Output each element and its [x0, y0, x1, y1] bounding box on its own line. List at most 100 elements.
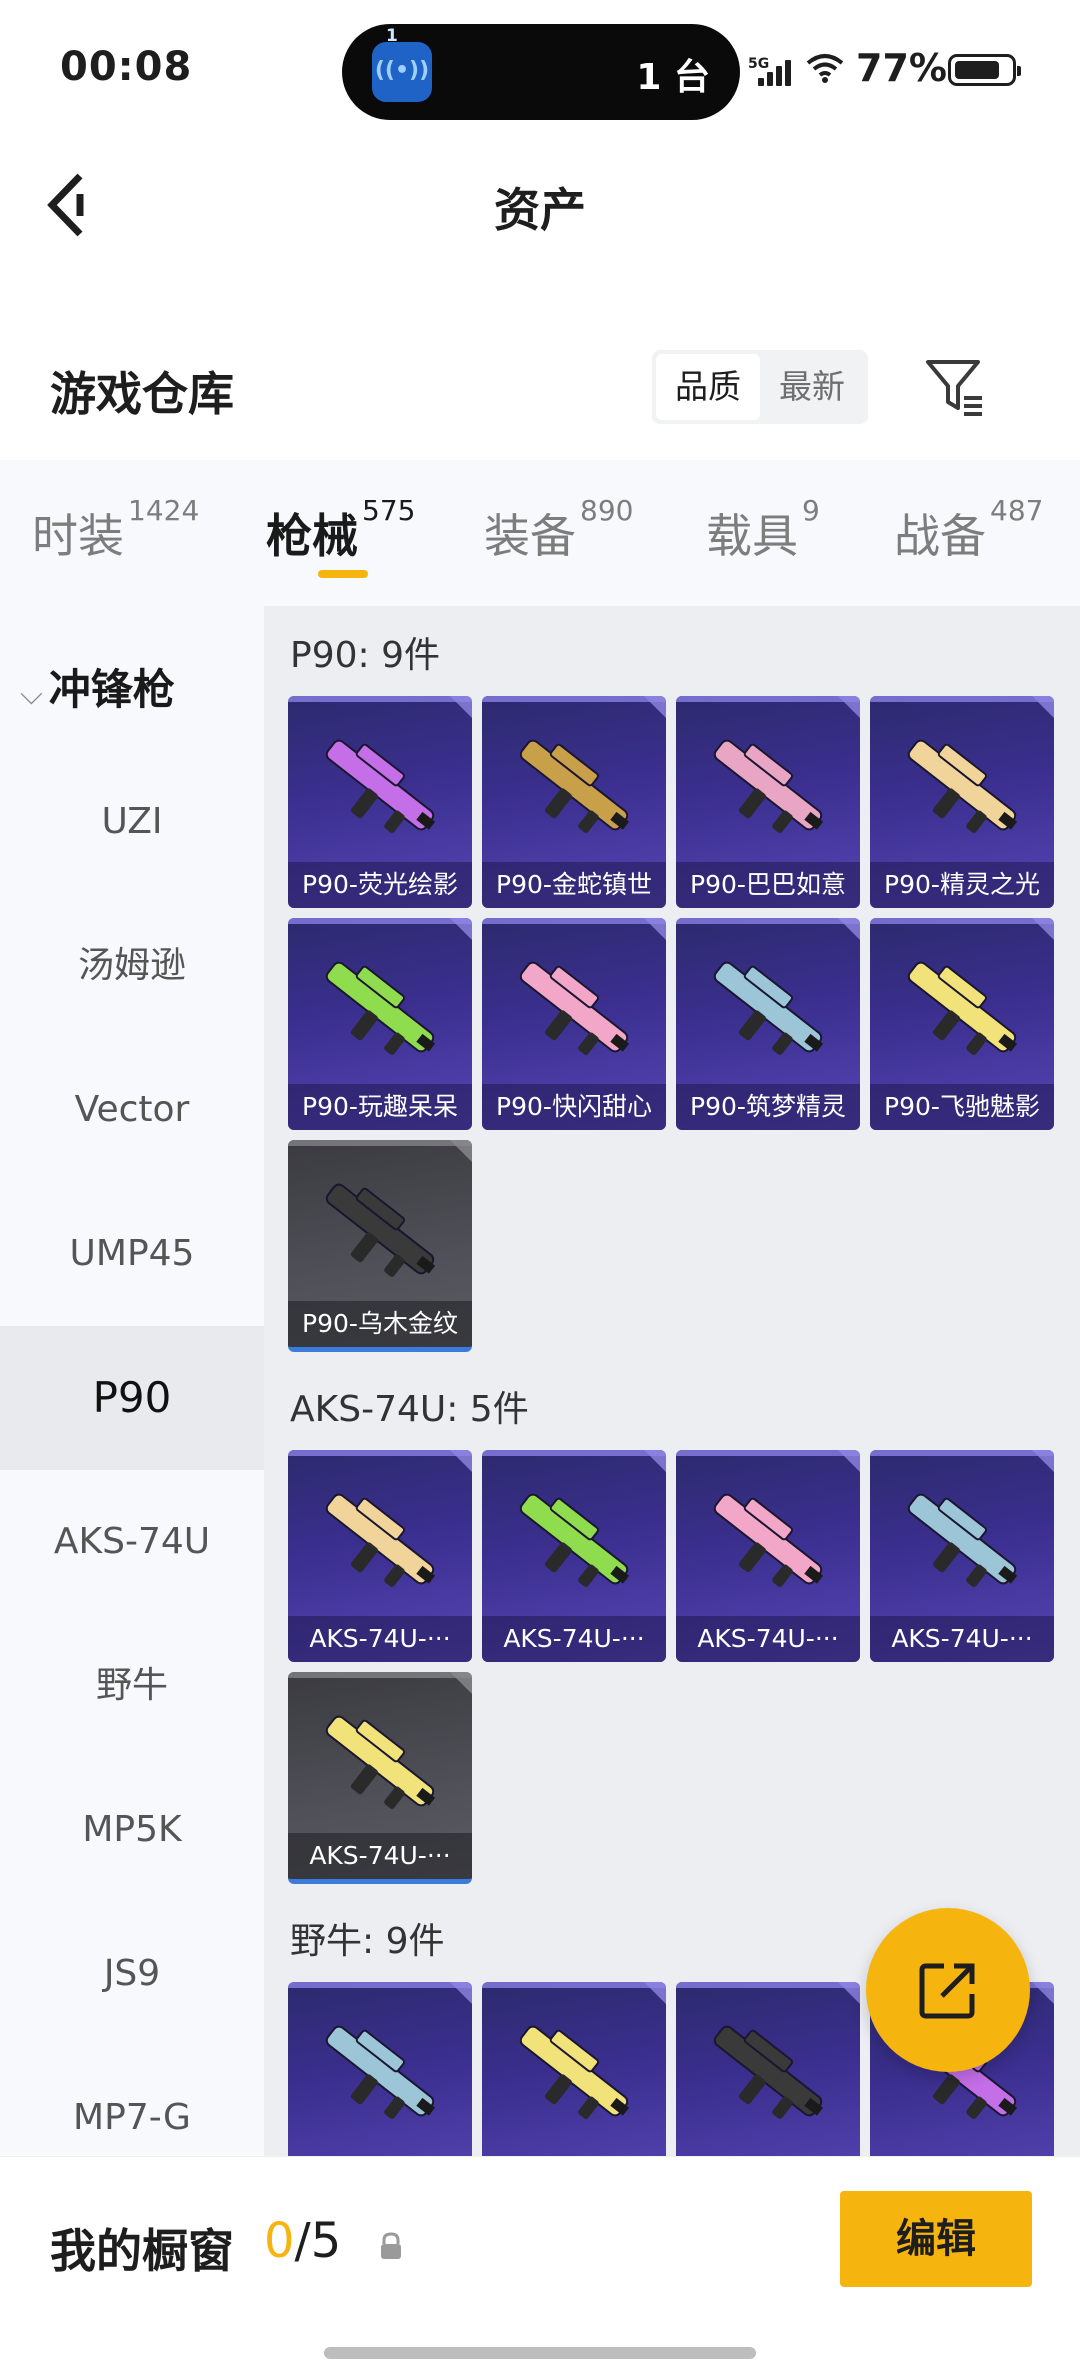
tab-fashion[interactable]: 时装 1424: [32, 494, 199, 566]
weapon-image: [506, 722, 642, 848]
sidebar-item-mp5k[interactable]: MP5K: [0, 1758, 264, 1902]
sidebar-item-thompson[interactable]: 汤姆逊: [0, 894, 264, 1038]
dynamic-island[interactable]: ((•)) 1 1 台: [342, 24, 740, 120]
sidebar-category-smg[interactable]: ⌵ 冲锋枪: [20, 656, 175, 717]
broadcast-icon: ((•)): [372, 42, 432, 102]
weapon-card[interactable]: P90-荧光绘影: [288, 696, 472, 908]
weapon-image: [506, 2008, 642, 2134]
card-corner-decoration: [644, 918, 666, 940]
weapon-card[interactable]: AKS-74U-···: [288, 1672, 472, 1884]
tab-firearms[interactable]: 枪械 575: [266, 494, 415, 566]
weapon-name: AKS-74U-···: [288, 1833, 472, 1879]
edit-button[interactable]: 编辑: [840, 2191, 1032, 2287]
share-button[interactable]: [866, 1908, 1030, 2072]
tab-vehicles[interactable]: 载具 9: [706, 494, 820, 566]
card-corner-decoration: [1032, 1982, 1054, 2004]
weapon-card[interactable]: [288, 1982, 472, 2156]
sidebar-item-js9[interactable]: JS9: [0, 1902, 264, 2046]
home-indicator[interactable]: [324, 2347, 756, 2359]
card-corner-decoration: [644, 1982, 666, 2004]
weapon-card[interactable]: P90-筑梦精灵: [676, 918, 860, 1130]
weapon-name: P90-快闪甜心: [482, 1084, 666, 1130]
sort-toggle: 品质 最新: [652, 350, 868, 424]
showcase-label: 我的橱窗: [50, 2224, 234, 2278]
card-corner-decoration: [838, 918, 860, 940]
weapon-name: P90-精灵之光: [870, 862, 1054, 908]
card-corner-decoration: [450, 1140, 472, 1162]
weapon-image: [312, 722, 448, 848]
status-bar: 00:08 ((•)) 1 1 台 5G 77%: [0, 0, 1080, 130]
weapon-card[interactable]: P90-乌木金纹: [288, 1140, 472, 1352]
weapon-name: AKS-74U-···: [288, 1616, 472, 1662]
group-title-bizon: 野牛: 9件: [290, 1921, 445, 1962]
weapon-card[interactable]: P90-快闪甜心: [482, 918, 666, 1130]
weapon-card[interactable]: P90-巴巴如意: [676, 696, 860, 908]
weapon-image: [894, 944, 1030, 1070]
weapon-card[interactable]: P90-飞驰魅影: [870, 918, 1054, 1130]
weapon-card[interactable]: P90-金蛇镇世: [482, 696, 666, 908]
weapon-name: AKS-74U-···: [482, 1616, 666, 1662]
weapon-card[interactable]: [676, 1982, 860, 2156]
island-text: 1 台: [636, 57, 710, 98]
card-corner-decoration: [644, 1450, 666, 1472]
battery-percentage: 77%: [856, 46, 947, 90]
weapon-card[interactable]: P90-精灵之光: [870, 696, 1054, 908]
sidebar-item-vector[interactable]: Vector: [0, 1038, 264, 1182]
weapon-image: [894, 722, 1030, 848]
weapon-card[interactable]: [482, 1982, 666, 2156]
group-title-p90: P90: 9件: [290, 635, 440, 676]
tab-supplies[interactable]: 战备 487: [894, 494, 1043, 566]
active-tab-indicator: [318, 570, 368, 578]
sidebar-item-p90[interactable]: P90: [0, 1326, 264, 1470]
chevron-down-icon: ⌵: [20, 677, 43, 712]
card-corner-decoration: [838, 1450, 860, 1472]
sidebar-item-uzi[interactable]: UZI: [0, 750, 264, 894]
weapon-name: P90-金蛇镇世: [482, 862, 666, 908]
sidebar-item-ump45[interactable]: UMP45: [0, 1182, 264, 1326]
island-badge: 1: [386, 26, 398, 46]
weapon-image: [312, 1698, 448, 1824]
weapon-name: AKS-74U-···: [676, 1616, 860, 1662]
signal-icon: [758, 56, 792, 86]
weapon-card[interactable]: P90-玩趣呆呆: [288, 918, 472, 1130]
sort-quality-button[interactable]: 品质: [656, 354, 760, 420]
weapon-card[interactable]: AKS-74U-···: [288, 1450, 472, 1662]
weapon-image: [312, 1476, 448, 1602]
weapon-image: [312, 944, 448, 1070]
weapon-image: [312, 1166, 448, 1292]
weapon-name: P90-乌木金纹: [288, 1301, 472, 1347]
tab-label: 战备: [894, 509, 986, 563]
card-corner-decoration: [1032, 1450, 1054, 1472]
weapon-name: AKS-74U-···: [870, 1616, 1054, 1662]
section-title: 游戏仓库: [50, 367, 234, 421]
sort-newest-button[interactable]: 最新: [760, 354, 864, 420]
weapon-image: [312, 2008, 448, 2134]
tab-count: 575: [362, 494, 416, 527]
sidebar-item-mp7g[interactable]: MP7-G: [0, 2046, 264, 2156]
showcase-bar: 我的橱窗 0/5 编辑: [0, 2156, 1080, 2376]
status-time: 00:08: [60, 44, 193, 90]
weapon-name: P90-荧光绘影: [288, 862, 472, 908]
weapon-card[interactable]: AKS-74U-···: [870, 1450, 1054, 1662]
card-corner-decoration: [450, 1982, 472, 2004]
sidebar-item-bizon[interactable]: 野牛: [0, 1614, 264, 1758]
weapon-card[interactable]: AKS-74U-···: [482, 1450, 666, 1662]
filter-icon: [926, 360, 982, 416]
tab-equipment[interactable]: 装备 890: [484, 494, 633, 566]
tab-count: 9: [802, 494, 820, 527]
weapon-name: P90-筑梦精灵: [676, 1084, 860, 1130]
filter-button[interactable]: [922, 354, 988, 420]
weapon-type-sidebar: ⌵ 冲锋枪 UZI 汤姆逊 Vector UMP45 P90 AKS-74U 野牛…: [0, 606, 264, 2156]
weapon-image: [506, 1476, 642, 1602]
card-corner-decoration: [838, 696, 860, 718]
card-corner-decoration: [450, 696, 472, 718]
tab-count: 487: [990, 494, 1044, 527]
showcase-total: /5: [294, 2213, 342, 2269]
sidebar-item-aks74u[interactable]: AKS-74U: [0, 1470, 264, 1614]
tab-count: 890: [580, 494, 634, 527]
weapon-card[interactable]: AKS-74U-···: [676, 1450, 860, 1662]
group-title-aks74u: AKS-74U: 5件: [290, 1389, 529, 1430]
tab-count: 1424: [128, 494, 200, 527]
card-corner-decoration: [450, 1450, 472, 1472]
weapon-image: [894, 1476, 1030, 1602]
